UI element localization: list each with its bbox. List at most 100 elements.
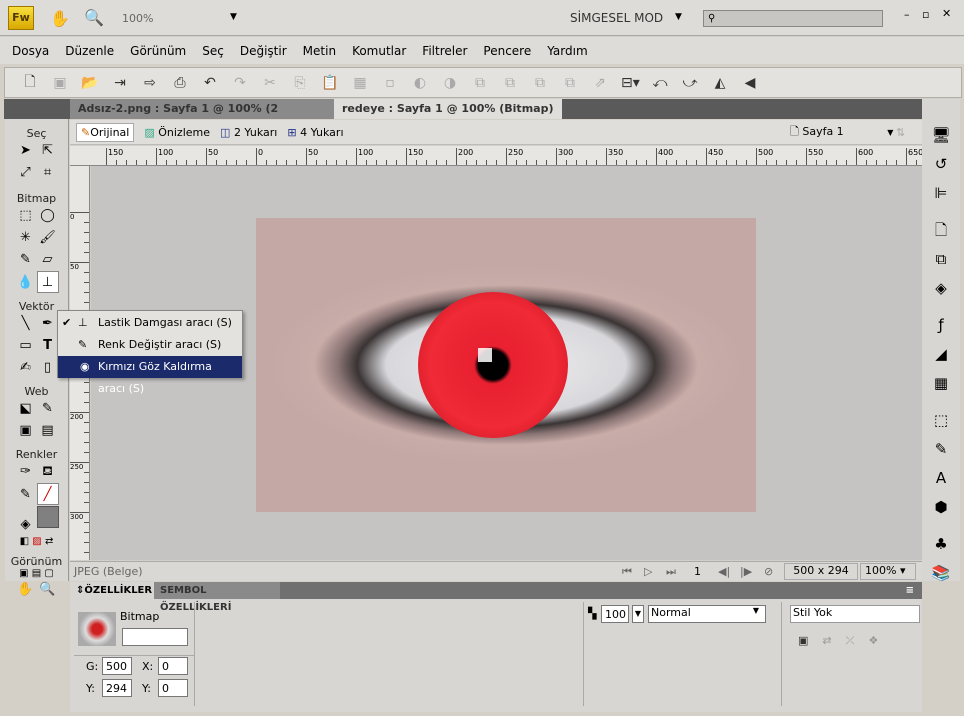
height-input[interactable] — [102, 679, 132, 697]
menu-duzenle[interactable]: Düzenle — [65, 44, 114, 58]
new-style-icon[interactable]: ▣ — [798, 634, 822, 647]
text-icon[interactable]: T — [37, 335, 59, 357]
brush-icon[interactable]: 🖌 — [37, 227, 59, 249]
show-slices-icon[interactable]: ▤ — [37, 420, 59, 442]
opacity-dropdown[interactable]: ▼ — [632, 605, 644, 623]
text-panel-icon[interactable]: A — [922, 464, 960, 493]
library-panel-icon[interactable]: 📚 — [922, 559, 960, 588]
lasso-icon[interactable]: ◯ — [37, 205, 59, 227]
style-select[interactable]: Stil Yok — [790, 605, 920, 623]
prev-frame-icon[interactable]: ◀| — [718, 565, 730, 578]
chevron-down-icon[interactable]: ▼ — [230, 12, 237, 22]
panel-menu-icon[interactable]: ≡ — [900, 582, 920, 599]
optimize-panel-icon[interactable]: 🖥 — [922, 121, 960, 150]
cut-icon[interactable]: ✂ — [261, 75, 279, 91]
full-screen-icon[interactable]: ▢ — [44, 568, 53, 579]
magic-wand-icon[interactable]: ✳ — [15, 227, 37, 249]
width-input[interactable] — [102, 657, 132, 675]
knife-icon[interactable]: ▯ — [37, 357, 59, 379]
subselect-icon[interactable]: ⇱ — [37, 140, 59, 162]
tab-symbol-properties[interactable]: SEMBOL ÖZELLİKLERİ — [154, 582, 280, 613]
flip-horizontal-icon[interactable]: ◭ — [711, 75, 729, 91]
tab-properties[interactable]: ⇕ÖZELLİKLER — [70, 582, 154, 599]
hide-slices-icon[interactable]: ▣ — [15, 420, 37, 442]
bring-front-icon[interactable]: ⧉ — [471, 75, 489, 91]
menu-dosya[interactable]: Dosya — [12, 44, 49, 58]
view-preview-button[interactable]: ▨ Önizleme — [144, 126, 210, 139]
break-link-icon[interactable]: ⤫ — [846, 634, 869, 647]
import-icon[interactable]: ⇥ — [111, 75, 129, 91]
pointer-icon[interactable]: ➤ — [15, 140, 37, 162]
align-icon[interactable]: ⊟▾ — [621, 75, 640, 91]
line-icon[interactable]: ╲ — [15, 313, 37, 335]
first-frame-icon[interactable]: ⏮ — [622, 565, 632, 579]
redefine-style-icon[interactable]: ⇄ — [822, 634, 845, 647]
view-original-button[interactable]: ✎Orijinal — [76, 122, 135, 142]
path-panel-icon[interactable]: ⬚ — [922, 406, 960, 435]
fill-icon[interactable]: ◈ — [15, 514, 37, 536]
x-input[interactable] — [158, 657, 188, 675]
symbols-panel-icon[interactable]: ♣ — [922, 530, 960, 559]
swap-colors-icon[interactable]: ⇄ — [45, 536, 53, 547]
eyedropper-icon[interactable]: ✑ — [15, 461, 37, 483]
undo-icon[interactable]: ↶ — [201, 75, 219, 91]
save-icon[interactable]: ▣ — [51, 75, 69, 91]
next-frame-icon[interactable]: |▶ — [740, 565, 752, 578]
blend-mode-select[interactable]: Normal ▼ — [648, 605, 766, 623]
arrange-icon[interactable]: ⇗ — [591, 75, 609, 91]
last-frame-icon[interactable]: ⏭ — [666, 565, 676, 579]
eraser-icon[interactable]: ▱ — [37, 249, 59, 271]
menu-filtreler[interactable]: Filtreler — [422, 44, 467, 58]
rotate-left-icon[interactable]: ⤺ — [651, 75, 669, 91]
zoom-tool-icon[interactable]: 🔍 — [37, 579, 59, 601]
y-input[interactable] — [158, 679, 188, 697]
align-panel-icon[interactable]: ⊫ — [922, 179, 960, 208]
stroke-swatch[interactable]: ╱ — [36, 483, 59, 505]
close-button[interactable]: ✕ — [942, 7, 951, 20]
blur-icon[interactable]: 💧 — [15, 272, 37, 294]
rectangle-icon[interactable]: ▭ — [15, 335, 37, 357]
stop-icon[interactable]: ⊘ — [764, 565, 773, 578]
flyout-rubber-stamp[interactable]: ✔ ⊥ Lastik Damgası aracı (S) — [58, 312, 242, 334]
workspace-mode[interactable]: SİMGESEL MOD — [570, 11, 663, 25]
menu-komutlar[interactable]: Komutlar — [352, 44, 406, 58]
export-icon[interactable]: ⇨ — [141, 75, 159, 91]
pages-panel-icon[interactable]: 🗋 — [922, 216, 960, 245]
zoom-select[interactable]: 100% ▾ — [860, 563, 916, 580]
layers-panel-icon[interactable]: ◈ — [922, 274, 960, 303]
menu-yardim[interactable]: Yardım — [547, 44, 587, 58]
flyout-replace-color[interactable]: ✎ Renk Değiştir aracı (S) — [58, 334, 242, 356]
scale-icon[interactable]: ⤢ — [15, 162, 37, 184]
paint-bucket-icon[interactable]: ⛾ — [37, 461, 59, 483]
open-icon[interactable]: 📂 — [81, 75, 99, 91]
flip-vertical-icon[interactable]: ◀ — [741, 75, 759, 91]
copy-icon[interactable]: ⎘ — [291, 75, 309, 91]
pencil-icon[interactable]: ✎ — [15, 249, 37, 271]
page-nav-icon[interactable]: ⇅ — [896, 126, 905, 139]
default-colors-icon[interactable]: ◧ — [20, 536, 29, 547]
play-icon[interactable]: ▷ — [644, 565, 652, 578]
pen-icon[interactable]: ✒ — [37, 313, 59, 335]
maximize-button[interactable]: ▫ — [922, 8, 929, 21]
view-4up-button[interactable]: ⊞ 4 Yukarı — [287, 126, 343, 139]
3d-panel-icon[interactable]: ⬢ — [922, 493, 960, 522]
menu-degistir[interactable]: Değiştir — [240, 44, 287, 58]
bring-forward-icon[interactable]: ⧉ — [501, 75, 519, 91]
hand-tool-icon[interactable]: ✋ — [15, 579, 37, 601]
chevron-down-icon[interactable]: ▼ — [675, 12, 682, 22]
hotspot-icon[interactable]: ⬕ — [15, 398, 37, 420]
join-icon[interactable]: ◐ — [411, 75, 429, 91]
menu-pencere[interactable]: Pencere — [483, 44, 531, 58]
view-2up-button[interactable]: ◫ 2 Yukarı — [220, 126, 277, 139]
style-options-icon[interactable]: ❖ — [868, 634, 892, 647]
styles-panel-icon[interactable]: ƒ — [922, 311, 960, 340]
rubber-stamp-icon[interactable]: ⊥ — [36, 271, 59, 293]
freeform-icon[interactable]: ✍ — [15, 357, 37, 379]
crop-icon[interactable]: ⌗ — [37, 162, 59, 184]
fill-swatch[interactable] — [36, 506, 59, 528]
send-back-icon[interactable]: ⧉ — [561, 75, 579, 91]
zoom-select[interactable]: 100% — [122, 12, 153, 25]
hand-icon[interactable]: ✋ — [50, 9, 70, 28]
image-size[interactable]: 500 x 294 — [784, 563, 858, 580]
swatches-panel-icon[interactable]: ▦ — [922, 369, 960, 398]
